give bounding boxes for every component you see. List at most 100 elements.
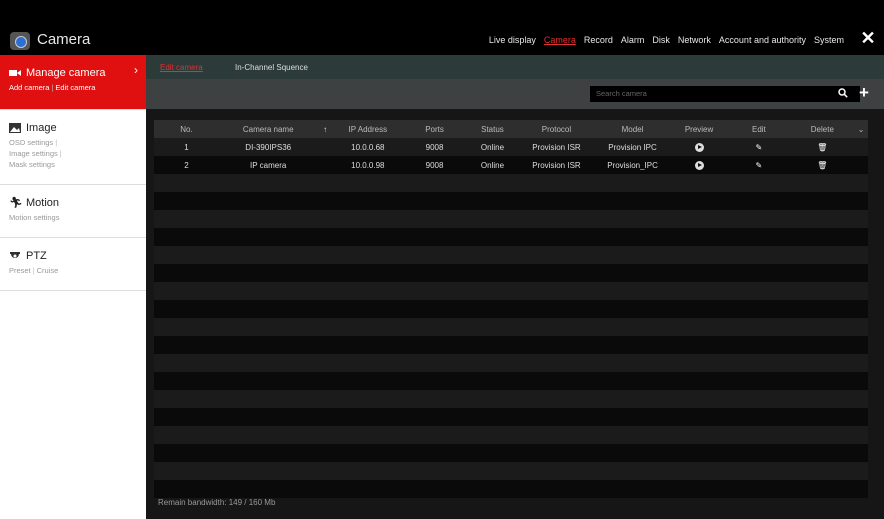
empty-cell bbox=[332, 336, 403, 354]
edit-pencil-icon[interactable]: ✎ bbox=[756, 143, 763, 152]
empty-cell bbox=[219, 228, 318, 246]
top-bar: Camera Live display Camera Record Alarm … bbox=[0, 0, 884, 55]
empty-cell bbox=[154, 192, 220, 210]
sidebar-link-add-camera[interactable]: Add camera bbox=[9, 83, 49, 92]
sidebar-section-manage-camera[interactable]: Manage camera › Add camera | Edit camera bbox=[0, 55, 146, 110]
close-icon[interactable]: ✕ bbox=[860, 29, 876, 47]
empty-cell bbox=[790, 426, 855, 444]
cell-camera-name: IP camera bbox=[219, 156, 318, 174]
table-row[interactable]: 1 DI-390IPS36 10.0.0.68 9008 Online Prov… bbox=[154, 138, 868, 156]
sidebar-section-image[interactable]: Image OSD settings | Image settings | Mask… bbox=[0, 110, 146, 185]
empty-cell bbox=[402, 246, 467, 264]
separator: | bbox=[55, 138, 58, 147]
empty-cell bbox=[594, 246, 671, 264]
empty-cell bbox=[317, 390, 333, 408]
empty-cell bbox=[670, 426, 728, 444]
empty-cell bbox=[154, 228, 220, 246]
trash-icon[interactable]: 🗑︎ bbox=[817, 161, 827, 170]
col-status[interactable]: Status bbox=[466, 120, 519, 138]
empty-cell bbox=[790, 264, 855, 282]
cell-protocol: Provision ISR bbox=[518, 156, 595, 174]
empty-cell bbox=[154, 264, 220, 282]
edit-pencil-icon[interactable]: ✎ bbox=[756, 161, 763, 170]
empty-cell bbox=[727, 408, 791, 426]
tab-edit-camera[interactable]: Edit camera bbox=[160, 63, 203, 72]
empty-cell bbox=[727, 300, 791, 318]
empty-cell bbox=[854, 408, 868, 426]
empty-cell bbox=[466, 192, 519, 210]
empty-cell bbox=[332, 246, 403, 264]
sidebar-link-osd-settings[interactable]: OSD settings bbox=[9, 138, 53, 147]
sidebar-link-edit-camera[interactable]: Edit camera bbox=[55, 83, 95, 92]
sidebar-link-cruise[interactable]: Cruise bbox=[37, 266, 59, 275]
toolbar: Search camera + bbox=[146, 79, 884, 109]
nav-record[interactable]: Record bbox=[584, 35, 613, 45]
sidebar-link-mask-settings[interactable]: Mask settings bbox=[9, 160, 55, 169]
col-delete[interactable]: Delete bbox=[790, 120, 855, 138]
cell-no: 2 bbox=[154, 156, 220, 174]
nav-camera[interactable]: Camera bbox=[544, 35, 576, 45]
col-ip-address[interactable]: IP Address bbox=[332, 120, 403, 138]
search-input[interactable]: Search camera bbox=[590, 86, 860, 102]
nav-account-authority[interactable]: Account and authority bbox=[719, 35, 806, 45]
empty-cell bbox=[402, 210, 467, 228]
empty-cell bbox=[332, 228, 403, 246]
tab-in-channel-sequence[interactable]: In-Channel Squence bbox=[235, 63, 308, 72]
empty-cell bbox=[790, 372, 855, 390]
chevron-down-icon[interactable]: ⌄ bbox=[854, 120, 868, 138]
empty-cell bbox=[670, 480, 728, 498]
table-row[interactable]: 2 IP camera 10.0.0.98 9008 Online Provis… bbox=[154, 156, 868, 174]
empty-cell bbox=[727, 426, 791, 444]
empty-cell bbox=[402, 282, 467, 300]
empty-cell bbox=[332, 390, 403, 408]
col-camera-name[interactable]: Camera name bbox=[219, 120, 318, 138]
cell-no: 1 bbox=[154, 138, 220, 156]
col-preview[interactable]: Preview bbox=[670, 120, 728, 138]
empty-cell bbox=[670, 228, 728, 246]
nav-disk[interactable]: Disk bbox=[652, 35, 670, 45]
empty-cell bbox=[790, 354, 855, 372]
col-ports[interactable]: Ports bbox=[402, 120, 467, 138]
empty-cell bbox=[594, 318, 671, 336]
add-camera-icon[interactable]: + bbox=[859, 84, 869, 101]
empty-cell bbox=[154, 426, 220, 444]
sidebar-link-motion-settings[interactable]: Motion settings bbox=[9, 213, 59, 222]
empty-cell bbox=[790, 318, 855, 336]
empty-cell bbox=[317, 282, 333, 300]
empty-cell bbox=[332, 426, 403, 444]
nav-alarm[interactable]: Alarm bbox=[621, 35, 645, 45]
top-navigation: Live display Camera Record Alarm Disk Ne… bbox=[489, 35, 844, 45]
empty-table-row bbox=[154, 372, 868, 390]
empty-cell bbox=[219, 174, 318, 192]
nav-network[interactable]: Network bbox=[678, 35, 711, 45]
play-icon[interactable] bbox=[694, 142, 704, 152]
sort-up-arrow-icon[interactable]: ↑ bbox=[317, 120, 333, 138]
play-icon[interactable] bbox=[694, 160, 704, 170]
empty-cell bbox=[402, 336, 467, 354]
col-protocol[interactable]: Protocol bbox=[518, 120, 595, 138]
empty-cell bbox=[154, 462, 220, 480]
nav-system[interactable]: System bbox=[814, 35, 844, 45]
nav-live-display[interactable]: Live display bbox=[489, 35, 536, 45]
cell-ip-address: 10.0.0.68 bbox=[332, 138, 403, 156]
sidebar-link-image-settings[interactable]: Image settings bbox=[9, 149, 58, 158]
empty-cell bbox=[219, 372, 318, 390]
sidebar-section-motion[interactable]: 🏃︎ Motion Motion settings bbox=[0, 185, 146, 238]
col-model[interactable]: Model bbox=[594, 120, 671, 138]
camera-table: No. Camera name ↑ IP Address Ports Statu… bbox=[154, 120, 868, 498]
empty-cell bbox=[518, 426, 595, 444]
empty-cell bbox=[332, 174, 403, 192]
empty-cell bbox=[154, 390, 220, 408]
sidebar-section-ptz[interactable]: PTZ Preset | Cruise bbox=[0, 238, 146, 291]
empty-cell bbox=[317, 228, 333, 246]
empty-cell bbox=[854, 480, 868, 498]
sidebar-link-preset[interactable]: Preset bbox=[9, 266, 31, 275]
trash-icon[interactable]: 🗑︎ bbox=[817, 143, 827, 152]
empty-cell bbox=[402, 300, 467, 318]
col-edit[interactable]: Edit bbox=[727, 120, 791, 138]
empty-cell bbox=[594, 390, 671, 408]
empty-cell bbox=[332, 210, 403, 228]
search-icon[interactable] bbox=[838, 88, 848, 98]
col-no[interactable]: No. bbox=[154, 120, 220, 138]
empty-cell bbox=[518, 390, 595, 408]
